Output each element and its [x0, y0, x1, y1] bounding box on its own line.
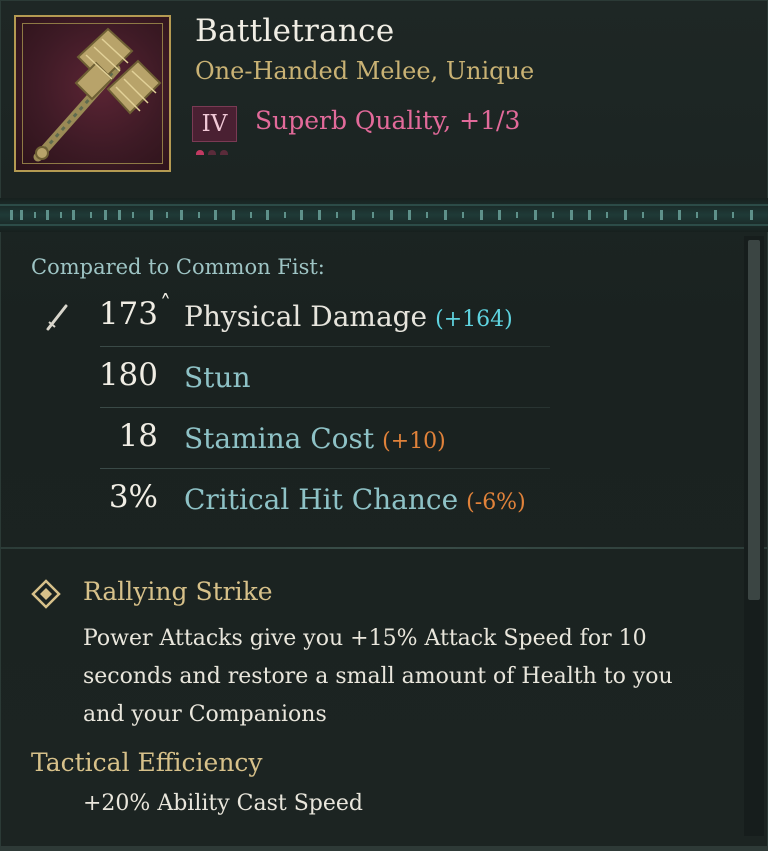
- item-icon-frame: [14, 15, 171, 172]
- stat-delta: (+164): [435, 307, 513, 332]
- quality-pips: [196, 140, 238, 155]
- stat-row-stamina-cost: 18 Stamina Cost (+10): [0, 418, 768, 469]
- section-divider: [0, 547, 768, 549]
- stat-row-physical-damage: 173 ˄ Physical Damage (+164): [0, 292, 768, 347]
- stat-value: 18: [118, 418, 158, 454]
- stat-row-critical-hit-chance: 3% Critical Hit Chance (-6%): [0, 479, 768, 529]
- stat-value: 3%: [108, 479, 158, 515]
- item-name: Battletrance: [195, 13, 395, 49]
- ability-name: Rallying Strike: [83, 577, 273, 606]
- spiked-mace-icon: [33, 27, 162, 162]
- stat-label: Physical Damage (+164): [184, 300, 513, 333]
- stat-delta: (-6%): [466, 490, 526, 515]
- upgrade-marker: ˄: [160, 292, 171, 317]
- tier-badge: IV: [192, 106, 237, 142]
- stat-row-stun: 180 Stun: [0, 357, 768, 408]
- stat-label: Stamina Cost (+10): [184, 422, 446, 455]
- stat-value: 173: [98, 296, 158, 332]
- quality-pip-empty: [208, 150, 216, 155]
- stat-value: 180: [98, 357, 158, 393]
- quality-pip-filled: [196, 150, 204, 155]
- item-tooltip-panel: Battletrance One-Handed Melee, Unique IV…: [0, 0, 768, 851]
- diamond-icon: [31, 579, 61, 609]
- ability-description: Power Attacks give you +15% Attack Speed…: [83, 626, 673, 727]
- comparison-label: Compared to Common Fist:: [31, 255, 325, 279]
- stat-label: Stun: [184, 361, 251, 394]
- ornamental-divider: [0, 198, 768, 232]
- scrollbar-thumb[interactable]: [748, 240, 760, 600]
- panel-bottom-edge: [0, 846, 768, 851]
- quality-text: Superb Quality, +1/3: [255, 106, 521, 135]
- passive-description: +20% Ability Cast Speed: [83, 791, 364, 816]
- stat-label: Critical Hit Chance (-6%): [184, 483, 526, 516]
- quality-pip-empty: [220, 150, 228, 155]
- item-type: One-Handed Melee, Unique: [195, 57, 535, 85]
- stat-delta: (+10): [382, 429, 446, 454]
- passive-name: Tactical Efficiency: [31, 748, 263, 777]
